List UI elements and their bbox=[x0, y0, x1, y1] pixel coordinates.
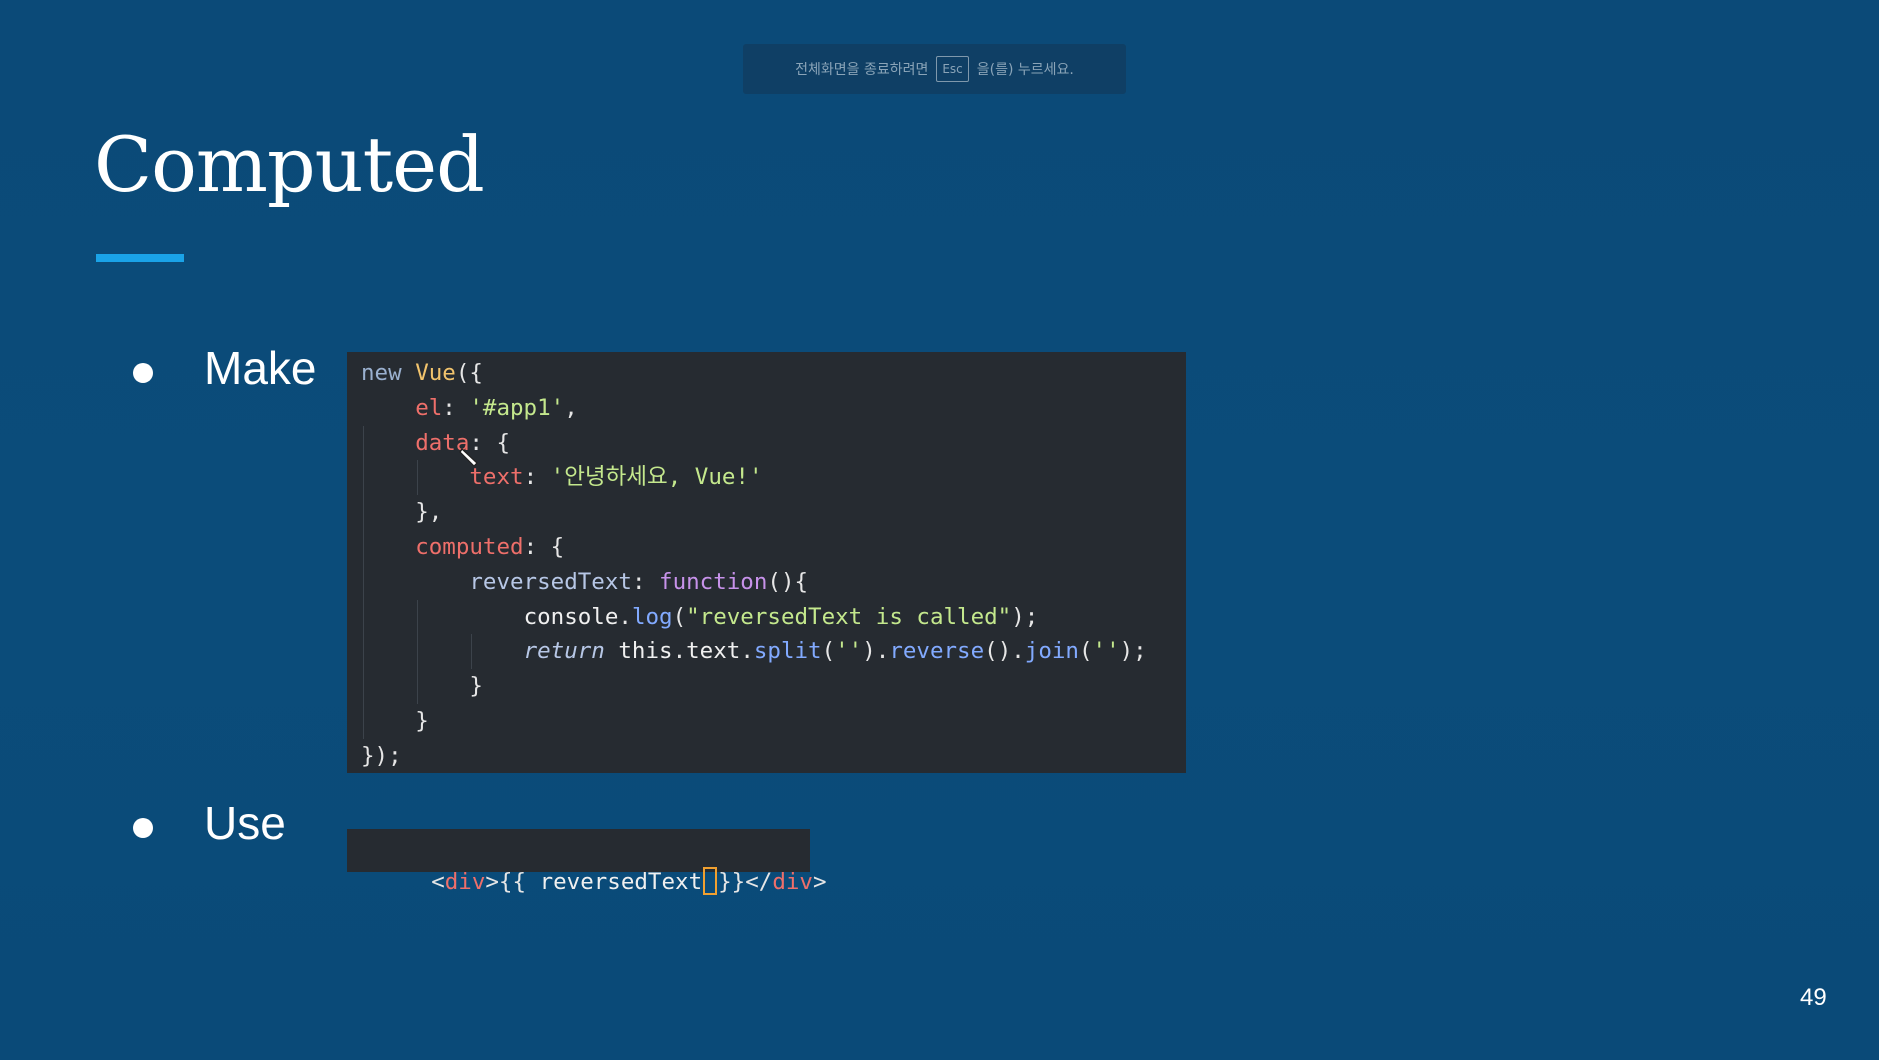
code-block-use: <div>{{ reversedText }}</div> bbox=[347, 829, 827, 895]
code-line: console.log("reversedText is called"); bbox=[523, 603, 1039, 630]
code-line: el: '#app1', bbox=[415, 394, 578, 421]
bullet-label-use: Use bbox=[204, 797, 286, 849]
esc-key-badge: Esc bbox=[936, 56, 969, 82]
code-line: new Vue({ bbox=[361, 360, 483, 386]
fullscreen-notice-suffix: 을(를) 누르세요. bbox=[976, 62, 1074, 78]
title-underline bbox=[96, 254, 184, 262]
code-line: }); bbox=[361, 742, 402, 769]
slide-title: Computed bbox=[94, 120, 485, 209]
code-line: return this.text.split('').reverse().joi… bbox=[523, 638, 1147, 665]
code-line: reversedText: function(){ bbox=[469, 568, 809, 595]
code-line: data: { bbox=[415, 429, 511, 456]
indent-guide bbox=[363, 564, 364, 739]
bullet-dot-make bbox=[133, 363, 153, 383]
bullet-dot-use bbox=[133, 818, 153, 838]
code-block-make: new Vue({ el: '#app1', data: { text: '안녕… bbox=[347, 352, 1186, 773]
slide: 전체화면을 종료하려면 Esc 을(를) 누르세요. Computed Make… bbox=[0, 0, 1879, 1060]
indent-guide bbox=[417, 460, 419, 496]
indent-guide bbox=[417, 599, 419, 704]
pen-cursor-icon bbox=[459, 448, 478, 467]
fullscreen-exit-notice: 전체화면을 종료하려면 Esc 을(를) 누르세요. bbox=[743, 44, 1126, 94]
use-code-after-cursor: }}</div> bbox=[718, 869, 827, 895]
code-line: }, bbox=[415, 499, 443, 526]
code-line: computed: { bbox=[415, 533, 565, 560]
indent-guide bbox=[471, 634, 473, 670]
code-line: text: '안녕하세요, Vue!' bbox=[469, 464, 763, 491]
fullscreen-notice-prefix: 전체화면을 종료하려면 bbox=[795, 62, 929, 78]
code-line: } bbox=[415, 707, 429, 734]
use-code-before-cursor: <div>{{ reversedText bbox=[431, 869, 703, 895]
bullet-label-make: Make bbox=[204, 342, 317, 394]
code-line: } bbox=[469, 673, 483, 700]
page-number: 49 bbox=[1800, 984, 1827, 1011]
text-cursor-highlight bbox=[703, 867, 718, 895]
